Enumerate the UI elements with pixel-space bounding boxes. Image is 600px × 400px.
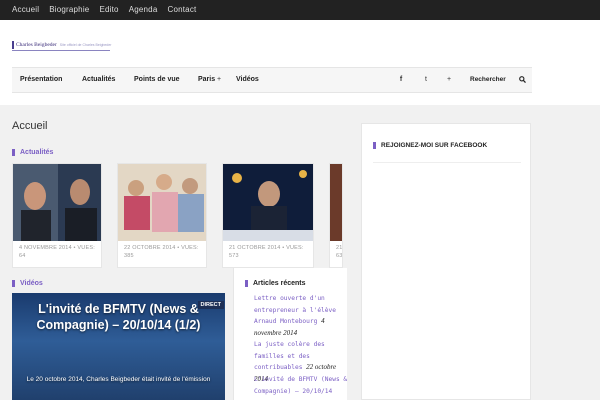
heading-accent-bar	[373, 142, 376, 149]
video-description: Le 20 octobre 2014, Charles Beigbeder ét…	[26, 376, 211, 383]
top-nav-biographie[interactable]: Biographie	[49, 0, 89, 20]
logo-tagline: Site officiel de Charles Beigbeder	[59, 43, 112, 47]
news-thumbnail[interactable]	[223, 164, 313, 241]
facebook-divider	[373, 162, 521, 163]
actualites-heading: Actualités	[12, 147, 53, 157]
heading-accent-bar	[12, 148, 15, 156]
top-nav-agenda[interactable]: Agenda	[129, 0, 158, 20]
news-meta: 4 NOVEMBRE 2014 • VUES: 64	[19, 245, 95, 259]
search-icon[interactable]	[517, 68, 527, 92]
facebook-widget: REJOIGNEZ-MOI SUR FACEBOOK	[361, 123, 531, 400]
news-thumbnail[interactable]	[118, 164, 206, 241]
nav-paris[interactable]: Paris	[198, 68, 215, 92]
news-thumbnail[interactable]	[330, 164, 342, 241]
video-title[interactable]: L'invité de BFMTV (News & Compagnie) – 2…	[12, 301, 225, 333]
news-card[interactable]: 22 OCTOBRE 2014 • VUES: 385	[117, 163, 207, 268]
nav-videos[interactable]: Vidéos	[236, 68, 259, 92]
nav-presentation[interactable]: Présentation	[20, 68, 62, 92]
nav-actualites[interactable]: Actualités	[82, 68, 115, 92]
news-card[interactable]: 4 NOVEMBRE 2014 • VUES: 64	[12, 163, 102, 268]
nav-points-de-vue[interactable]: Points de vue	[134, 68, 180, 92]
logo-mark	[12, 41, 14, 49]
logo-underline	[12, 50, 110, 51]
recent-post[interactable]: L'invité de BFMTV (News & Compagnie) – 2…	[254, 374, 350, 397]
top-bar: Accueil Biographie Edito Agenda Contact	[0, 0, 600, 20]
news-thumbnail[interactable]	[13, 164, 101, 241]
top-nav: Accueil Biographie Edito Agenda Contact	[12, 0, 206, 20]
top-nav-accueil[interactable]: Accueil	[12, 0, 39, 20]
news-meta: 22 OCTOBRE 2014 • VUES: 385	[124, 245, 199, 259]
twitter-icon[interactable]: t	[421, 68, 431, 92]
news-card[interactable]: 21 63	[329, 163, 343, 268]
facebook-heading: REJOIGNEZ-MOI SUR FACEBOOK	[373, 142, 487, 149]
videos-heading: Vidéos	[12, 278, 43, 288]
site-logo[interactable]: Charles Beigbeder Site officiel de Charl…	[12, 40, 111, 50]
heading-accent-bar	[245, 279, 248, 287]
news-meta: 21 OCTOBRE 2014 • VUES: 573	[229, 245, 304, 259]
recent-post-link[interactable]: L'invité de BFMTV (News & Compagnie) – 2…	[254, 376, 347, 395]
top-nav-contact[interactable]: Contact	[167, 0, 196, 20]
main-nav: Présentation Actualités Points de vue Pa…	[12, 67, 532, 93]
plus-icon[interactable]: +	[444, 68, 454, 92]
top-nav-edito[interactable]: Edito	[99, 0, 118, 20]
page-title: Accueil	[12, 120, 48, 132]
search-label[interactable]: Rechercher	[470, 68, 506, 92]
news-meta: 21 63	[336, 245, 343, 259]
heading-accent-bar	[12, 279, 15, 287]
recent-articles-heading: Articles récents	[245, 278, 306, 288]
recent-post[interactable]: Lettre ouverte d'un entrepreneur à l'élè…	[254, 293, 350, 339]
video-player[interactable]: DIRECT L'invité de BFMTV (News & Compagn…	[12, 293, 225, 400]
paris-submenu-plus-icon[interactable]: +	[215, 68, 223, 92]
facebook-icon[interactable]: f	[396, 68, 406, 92]
site-header: Charles Beigbeder Site officiel de Charl…	[0, 20, 600, 105]
logo-name: Charles Beigbeder	[16, 42, 57, 48]
news-card[interactable]: 21 OCTOBRE 2014 • VUES: 573	[222, 163, 314, 268]
